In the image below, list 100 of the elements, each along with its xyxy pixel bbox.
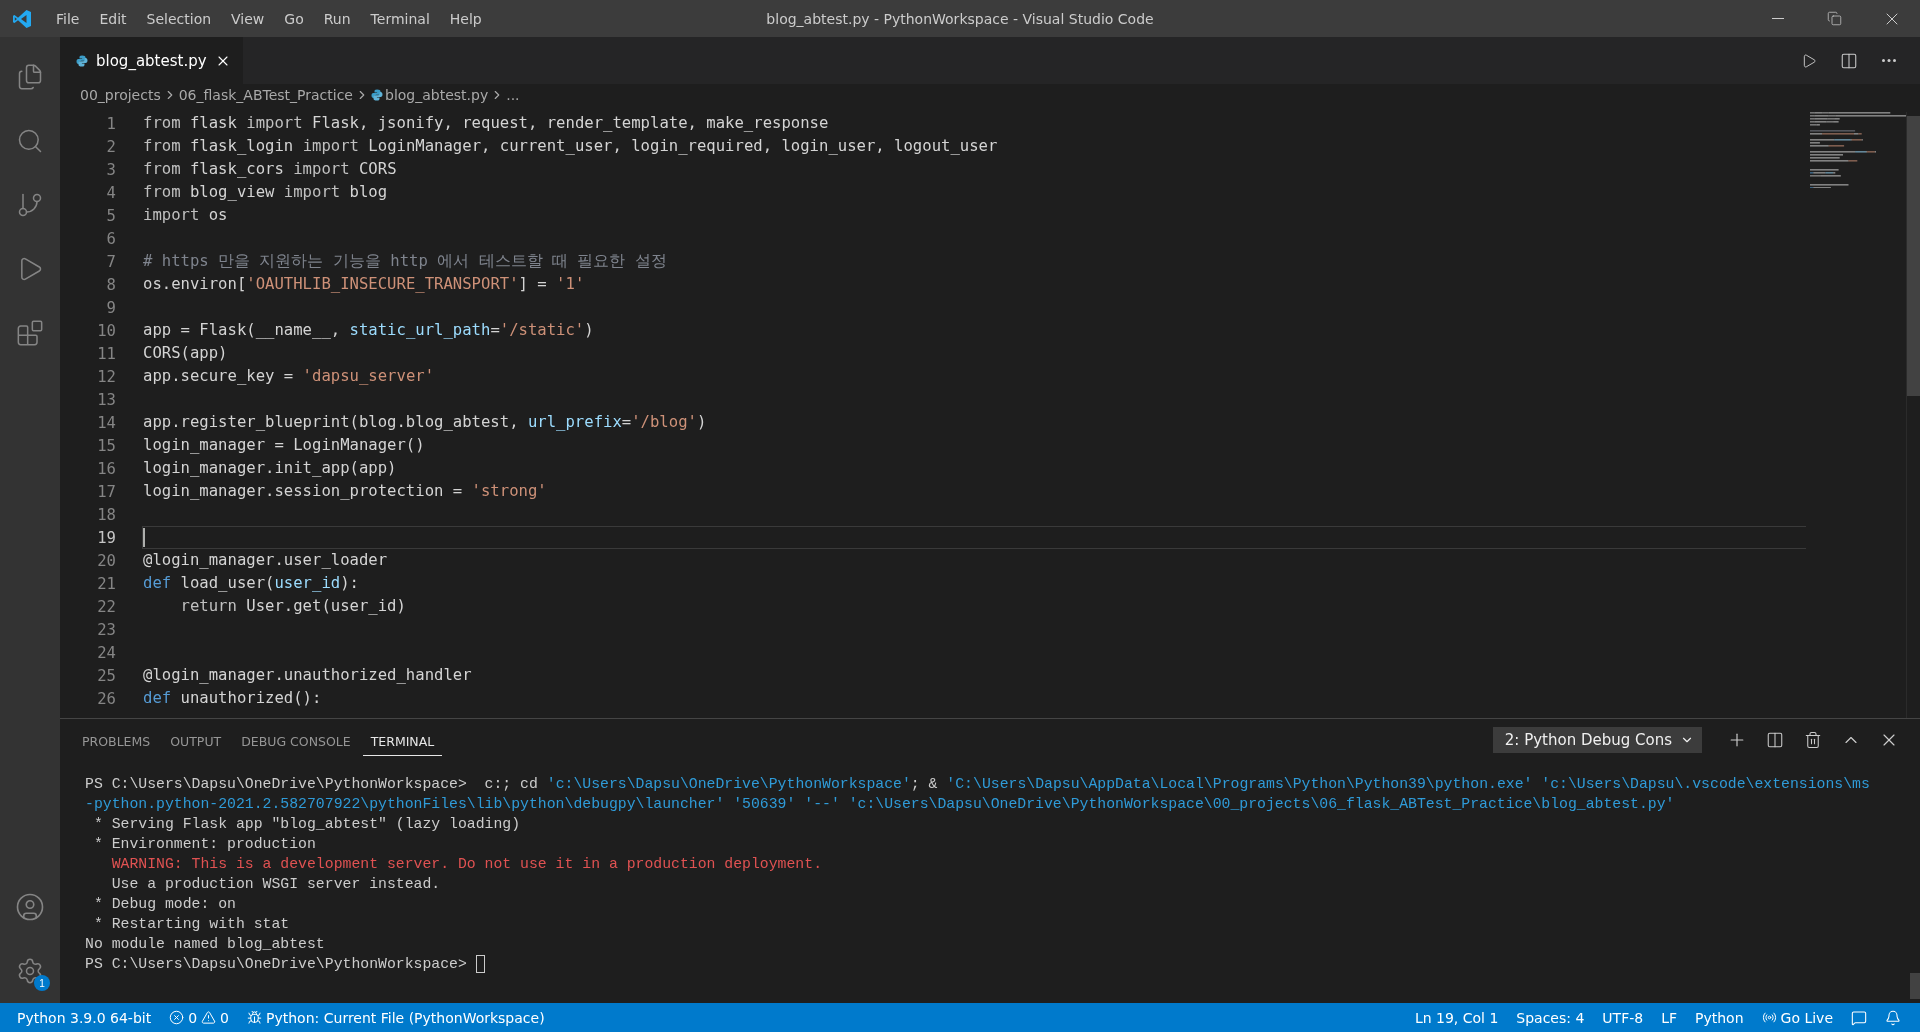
panel-tab[interactable]: OUTPUT bbox=[162, 724, 230, 756]
line-number: 26 bbox=[96, 689, 117, 708]
line-number: 9 bbox=[105, 298, 117, 317]
terminal-line: Use a production WSGI server instead. bbox=[110, 875, 442, 894]
status-item[interactable]: Python bbox=[1686, 1009, 1753, 1026]
line-number: 5 bbox=[105, 206, 117, 225]
line-number: 6 bbox=[105, 229, 117, 248]
go-live-status[interactable]: Go Live bbox=[1752, 1009, 1842, 1026]
code-line: app = Flask(__name__, static_url_path='/static') bbox=[142, 320, 595, 341]
menu-item[interactable]: Go bbox=[274, 10, 314, 27]
terminal-line: * Environment: production bbox=[92, 835, 317, 854]
code-line: login_manager.init_app(app) bbox=[142, 458, 398, 479]
restore-icon bbox=[1827, 11, 1842, 26]
search-icon bbox=[16, 127, 44, 155]
play-icon bbox=[1801, 52, 1817, 69]
terminal-line: PS C:\Users\Dapsu\OneDrive\PythonWorkspace> c:; cd 'c:\Users\Dapsu\OneDrive\PythonWorkspace'; & 'C:\Users\Dapsu\AppData\Local\Programs\Python\Python39\python.exe' 'c:\Users\Dapsu\.vscode\extensions\ms bbox=[85, 775, 1871, 794]
editor-tab[interactable]: blog_abtest.py bbox=[60, 37, 243, 84]
line-number: 11 bbox=[96, 344, 117, 363]
line-number: 23 bbox=[96, 620, 117, 639]
line-number: 18 bbox=[96, 505, 117, 524]
line-number: 24 bbox=[96, 643, 117, 662]
python-file-icon bbox=[76, 54, 88, 67]
terminal-line: * Debug mode: on bbox=[92, 895, 237, 914]
status-item[interactable]: LF bbox=[1652, 1009, 1686, 1026]
menu-item[interactable]: Selection bbox=[136, 10, 222, 27]
code-line: import os bbox=[142, 205, 229, 226]
split-icon bbox=[1840, 51, 1858, 70]
python-file-icon bbox=[371, 89, 383, 101]
line-number: 2 bbox=[105, 137, 117, 156]
split-icon bbox=[1766, 731, 1784, 749]
text-cursor bbox=[143, 528, 145, 547]
line-number: 4 bbox=[105, 183, 117, 202]
broadcast-icon bbox=[1761, 1010, 1777, 1025]
panel-tab[interactable]: TERMINAL bbox=[362, 724, 443, 756]
breadcrumb-item[interactable]: blog_abtest.py bbox=[385, 87, 489, 103]
menu-item[interactable]: Terminal bbox=[360, 10, 440, 27]
account-icon bbox=[15, 892, 45, 922]
minimize-icon bbox=[1771, 18, 1784, 19]
problems-status[interactable]: 0 0 bbox=[160, 1009, 239, 1026]
status-item[interactable]: Spaces: 4 bbox=[1507, 1009, 1594, 1026]
line-number: 15 bbox=[96, 436, 117, 455]
line-number: 3 bbox=[105, 160, 117, 179]
code-line: # https 만을 지원하는 기능을 http 에서 테스트할 때 필요한 설정 bbox=[142, 251, 668, 272]
menu-item[interactable]: Run bbox=[313, 10, 361, 27]
trash-icon bbox=[1804, 731, 1822, 749]
interpreter-status[interactable]: Python 3.9.0 64-bit bbox=[8, 1009, 161, 1026]
line-number: 14 bbox=[96, 413, 117, 432]
line-number: 19 bbox=[96, 528, 117, 547]
line-number: 17 bbox=[96, 482, 117, 501]
code-line: CORS(app) bbox=[142, 343, 229, 364]
warning-icon bbox=[201, 1010, 217, 1025]
breadcrumb-item[interactable]: 06_flask_ABTest_Practice bbox=[178, 87, 353, 103]
line-number: 10 bbox=[96, 321, 117, 340]
code-line: def load_user(user_id): bbox=[142, 573, 360, 594]
line-number: 8 bbox=[105, 275, 117, 294]
error-count: 0 bbox=[188, 1009, 198, 1026]
scrollbar-thumb[interactable] bbox=[1910, 973, 1920, 999]
code-line: os.environ['OAUTHLIB_INSECURE_TRANSPORT'] = '1' bbox=[142, 274, 586, 295]
warning-count: 0 bbox=[220, 1009, 230, 1026]
menu-item[interactable]: Edit bbox=[89, 10, 137, 27]
files-icon bbox=[16, 63, 44, 91]
settings-icon bbox=[16, 957, 44, 985]
line-number: 13 bbox=[96, 390, 117, 409]
menu-item[interactable]: View bbox=[221, 10, 275, 27]
terminal-line: -python.python-2021.2.582707922\pythonFiles\lib\python\debugpy\launcher' '50639' '--' 'c:\Users\Dapsu\OneDrive\PythonWorkspace\00_projects\06_flask_ABTest_Practice\blog_abtest.py' bbox=[85, 795, 1676, 814]
status-item[interactable]: Ln 19, Col 1 bbox=[1405, 1009, 1508, 1026]
line-number: 20 bbox=[96, 551, 117, 570]
code-line: login_manager = LoginManager() bbox=[142, 435, 426, 456]
line-number: 7 bbox=[105, 252, 117, 271]
bug-icon bbox=[247, 1010, 263, 1025]
terminal-line: WARNING: This is a development server. Do not use it in a production deployment. bbox=[110, 855, 823, 874]
line-number: 25 bbox=[96, 666, 117, 685]
feedback-icon bbox=[1851, 1009, 1867, 1026]
terminal-line: * Serving Flask app "blog_abtest" (lazy loading) bbox=[92, 815, 522, 834]
terminal-line: No module named blog_abtest bbox=[85, 935, 326, 954]
code-line: def unauthorized(): bbox=[142, 688, 323, 709]
line-number: 16 bbox=[96, 459, 117, 478]
breadcrumb-item[interactable]: 00_projects bbox=[80, 87, 161, 103]
bell-icon bbox=[1885, 1009, 1901, 1026]
code-line: from flask import Flask, jsonify, request, render_template, make_response bbox=[142, 113, 830, 134]
panel-tab[interactable]: PROBLEMS bbox=[74, 724, 159, 756]
terminal-line: PS C:\Users\Dapsu\OneDrive\PythonWorkspace> bbox=[85, 954, 1920, 974]
menu-item[interactable]: File bbox=[46, 10, 90, 27]
status-item[interactable]: UTF-8 bbox=[1593, 1009, 1653, 1026]
terminal-line: * Restarting with stat bbox=[92, 915, 291, 934]
app-logo-icon bbox=[12, 8, 32, 29]
branch-icon bbox=[16, 191, 44, 219]
code-line: @login_manager.unauthorized_handler bbox=[142, 665, 473, 686]
go-live-label: Go Live bbox=[1780, 1009, 1833, 1026]
code-line: @login_manager.user_loader bbox=[142, 550, 389, 571]
scrollbar-thumb[interactable] bbox=[1907, 116, 1920, 396]
line-number: 22 bbox=[96, 597, 117, 616]
panel-tab[interactable]: DEBUG CONSOLE bbox=[233, 724, 359, 756]
code-line: from flask_cors import CORS bbox=[142, 159, 398, 180]
menu-item[interactable]: Help bbox=[439, 10, 492, 27]
line-number: 12 bbox=[96, 367, 117, 386]
breadcrumb-item[interactable]: ... bbox=[506, 87, 520, 103]
settings-button[interactable]: 1 bbox=[0, 939, 60, 1003]
line-number: 1 bbox=[105, 114, 117, 133]
terminal-select[interactable]: 2: Python Debug Cons bbox=[1492, 727, 1702, 753]
